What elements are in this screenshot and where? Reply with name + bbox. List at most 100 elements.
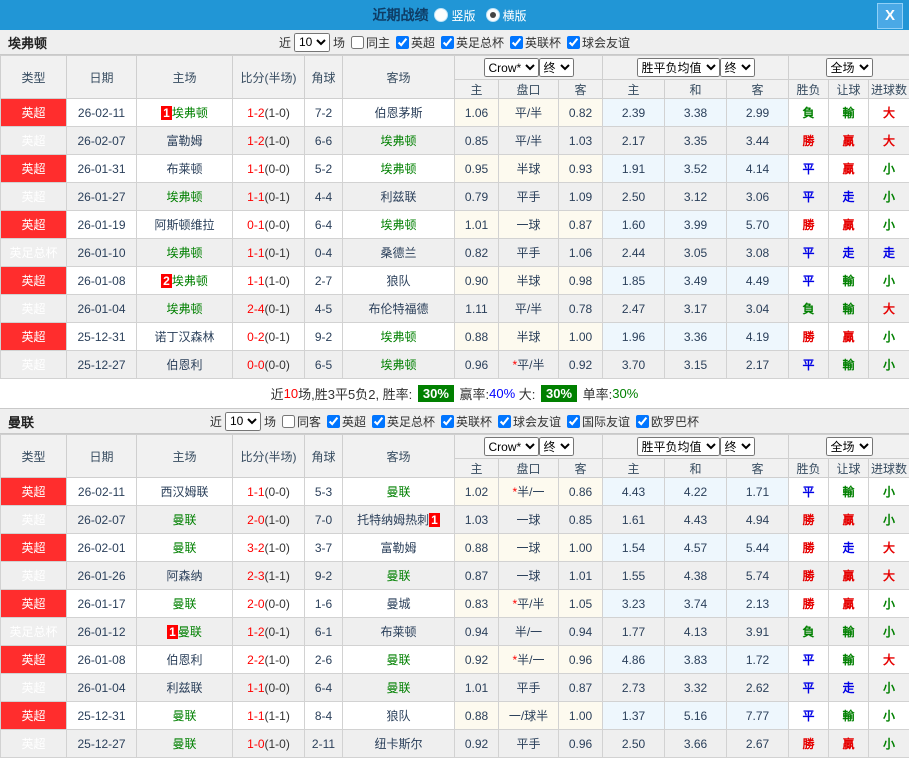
date-cell: 25-12-31 xyxy=(67,323,137,351)
score-cell: 1-1(1-1) xyxy=(233,702,305,730)
odds-away-cell: 0.96 xyxy=(559,730,603,758)
home-team-cell: 阿斯顿维拉 xyxy=(137,211,233,239)
odds-stage-select[interactable]: 终 xyxy=(539,58,574,77)
odds-stage-select[interactable]: 终 xyxy=(539,437,574,456)
fulltime-select[interactable]: 全场 xyxy=(826,437,873,456)
radio-vertical-layout[interactable]: 竖版 xyxy=(434,7,475,24)
avg-away-cell: 3.06 xyxy=(727,183,789,211)
avg-draw-cell: 5.16 xyxy=(665,702,727,730)
match-row: 英超26-01-082埃弗顿1-1(1-0)2-7狼队0.90半球0.981.8… xyxy=(1,267,909,295)
score-cell: 2-2(1-0) xyxy=(233,646,305,674)
league-filter-checkbox[interactable] xyxy=(567,415,580,428)
avg-stage-select[interactable]: 终 xyxy=(720,437,755,456)
league-filter-checkbox[interactable] xyxy=(498,415,511,428)
odds-home-cell: 0.88 xyxy=(455,702,499,730)
league-filter-checkbox[interactable] xyxy=(567,36,580,49)
handicap-cell: *半/一 xyxy=(499,646,559,674)
away-team-cell: 托特纳姆热刺1 xyxy=(343,506,455,534)
col-header-avg-draw: 和 xyxy=(665,459,727,478)
result-wdl-cell: 平 xyxy=(789,478,829,506)
result-group-header: 全场 xyxy=(789,435,909,459)
score-halftime: (1-0) xyxy=(265,134,290,148)
handicap-cell: 平手 xyxy=(499,730,559,758)
team-label: 曼联 xyxy=(386,569,410,583)
league-cell: 英超 xyxy=(1,562,67,590)
team-label: 狼队 xyxy=(386,274,410,288)
avg-stage-select[interactable]: 终 xyxy=(720,58,755,77)
avg-select[interactable]: 胜平负均值 xyxy=(637,437,720,456)
col-header-away: 客场 xyxy=(343,435,455,478)
score-fulltime: 1-1 xyxy=(247,681,264,695)
result-goals-cell: 大 xyxy=(869,295,909,323)
team-label: 纽卡斯尔 xyxy=(374,737,422,751)
away-team-cell: 利兹联 xyxy=(343,183,455,211)
away-team-cell: 埃弗顿 xyxy=(343,323,455,351)
results-table: 类型 日期 主场 比分(半场) 角球 客场 Crow*终 胜平负均值终 全场 xyxy=(0,434,909,758)
home-team-cell: 1曼联 xyxy=(137,618,233,646)
home-team-cell: 埃弗顿 xyxy=(137,239,233,267)
score-cell: 1-2(1-0) xyxy=(233,127,305,155)
team-label: 曼联 xyxy=(386,485,410,499)
home-team-cell: 埃弗顿 xyxy=(137,183,233,211)
league-filter-label: 英联杯 xyxy=(525,34,561,51)
home-team-cell: 2埃弗顿 xyxy=(137,267,233,295)
close-icon[interactable]: X xyxy=(877,3,903,29)
league-cell: 英超 xyxy=(1,127,67,155)
score-halftime: (0-1) xyxy=(265,625,290,639)
league-filter-checkbox[interactable] xyxy=(636,415,649,428)
team-label: 埃弗顿 xyxy=(380,162,416,176)
corner-cell: 6-6 xyxy=(305,127,343,155)
bookmaker-select[interactable]: Crow* xyxy=(484,437,539,456)
result-goals-cell: 小 xyxy=(869,506,909,534)
avg-draw-cell: 3.35 xyxy=(665,127,727,155)
result-wdl-cell: 勝 xyxy=(789,323,829,351)
radio-circle-icon[interactable] xyxy=(434,8,448,22)
bookmaker-select[interactable]: Crow* xyxy=(484,58,539,77)
team-label: 布伦特福德 xyxy=(368,302,428,316)
league-filter-checkbox[interactable] xyxy=(441,415,454,428)
result-wdl-cell: 平 xyxy=(789,674,829,702)
result-goals-cell: 大 xyxy=(869,562,909,590)
col-header-goals: 进球数 xyxy=(869,459,909,478)
col-header-let: 让球 xyxy=(829,459,869,478)
games-count-select[interactable]: 10 xyxy=(225,412,261,431)
league-cell: 英足总杯 xyxy=(1,239,67,267)
score-cell: 3-2(1-0) xyxy=(233,534,305,562)
avg-away-cell: 4.14 xyxy=(727,155,789,183)
league-filter-checkbox[interactable] xyxy=(396,36,409,49)
col-header-goals: 进球数 xyxy=(869,80,909,99)
league-filter-checkbox[interactable] xyxy=(372,415,385,428)
date-cell: 25-12-27 xyxy=(67,351,137,379)
league-filter-checkbox[interactable] xyxy=(327,415,340,428)
score-fulltime: 2-0 xyxy=(247,597,264,611)
league-cell: 英超 xyxy=(1,590,67,618)
avg-away-cell: 1.71 xyxy=(727,478,789,506)
same-venue-checkbox[interactable] xyxy=(282,415,295,428)
team-label: 曼联 xyxy=(386,653,410,667)
corner-cell: 0-4 xyxy=(305,239,343,267)
league-filter-checkbox[interactable] xyxy=(510,36,523,49)
result-wdl-cell: 平 xyxy=(789,267,829,295)
avg-away-cell: 4.94 xyxy=(727,506,789,534)
match-row: 英超26-02-07富勒姆1-2(1-0)6-6埃弗顿0.85平/半1.032.… xyxy=(1,127,909,155)
handicap-cell: 平手 xyxy=(499,183,559,211)
handicap-cell: 半球 xyxy=(499,267,559,295)
result-wdl-cell: 勝 xyxy=(789,730,829,758)
avg-select[interactable]: 胜平负均值 xyxy=(637,58,720,77)
date-cell: 26-02-07 xyxy=(67,127,137,155)
radio-horizontal-layout[interactable]: 横版 xyxy=(486,7,527,24)
section-header: 曼联 近10场同客英超英足总杯英联杯球会友谊国际友谊欧罗巴杯 xyxy=(0,409,909,434)
fulltime-select[interactable]: 全场 xyxy=(826,58,873,77)
score-halftime: (1-0) xyxy=(265,653,290,667)
league-filter-label: 英足总杯 xyxy=(456,34,504,51)
team-label: 曼联 xyxy=(172,597,196,611)
corner-cell: 2-11 xyxy=(305,730,343,758)
games-count-select[interactable]: 10 xyxy=(294,33,330,52)
home-team-cell: 伯恩利 xyxy=(137,646,233,674)
same-venue-checkbox[interactable] xyxy=(351,36,364,49)
odds-away-cell: 0.85 xyxy=(559,506,603,534)
radio-circle-checked-icon[interactable] xyxy=(486,8,500,22)
league-filter-checkbox[interactable] xyxy=(441,36,454,49)
avg-home-cell: 4.43 xyxy=(603,478,665,506)
odds-away-cell: 1.09 xyxy=(559,183,603,211)
